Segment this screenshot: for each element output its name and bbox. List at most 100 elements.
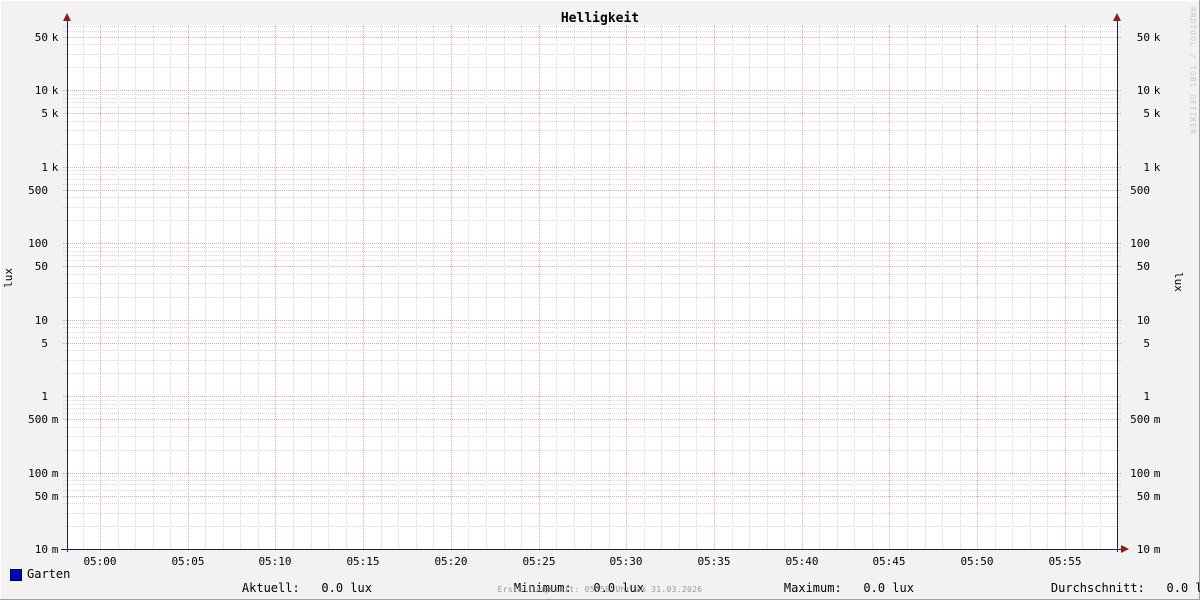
grid-line-vertical-major <box>100 25 101 549</box>
y-axis-unit-left: lux <box>2 268 15 288</box>
grid-line-vertical-minor <box>415 25 417 549</box>
y-tick-value: 50 <box>1136 260 1150 273</box>
grid-line-vertical-minor <box>240 25 242 549</box>
y-tick-value: 10 <box>1136 314 1150 327</box>
y-tick-label-left: 1k <box>12 161 62 174</box>
grid-line-vertical-minor <box>1029 25 1031 549</box>
y-tick-label-left: 500 <box>12 184 62 197</box>
y-tick-unit: m <box>1153 490 1161 503</box>
y-tick-unit: k <box>1153 31 1161 44</box>
grid-line-vertical-major <box>626 25 628 549</box>
y-axis-left-arrow-icon <box>63 13 71 21</box>
grid-line-vertical-major <box>363 25 365 549</box>
grid-line-vertical-minor <box>170 25 172 549</box>
grid-line-vertical-minor <box>433 25 435 549</box>
y-tick-label-left: 50 <box>12 260 62 273</box>
y-tick-label-right: 100 <box>1124 237 1164 250</box>
y-tick-value: 50 <box>34 31 48 44</box>
y-tick-value: 100 <box>28 237 48 250</box>
y-tick-unit: k <box>1153 107 1161 120</box>
grid-line-vertical-minor <box>205 25 207 549</box>
y-tick-label-right: 50 k <box>1124 31 1164 44</box>
y-tick-label-right: 1k <box>1124 161 1164 174</box>
y-tick-unit <box>1150 314 1164 327</box>
grid-line-vertical-major <box>187 25 189 549</box>
grid-line-vertical-major <box>889 25 891 549</box>
y-tick-label-left: 100 m <box>12 467 62 480</box>
x-tick-label: 05:50 <box>960 555 994 568</box>
grid-line-vertical-minor <box>521 25 522 549</box>
y-tick-unit: k <box>51 161 59 174</box>
grid-line-vertical-minor <box>836 25 838 549</box>
y-axis-unit-right: lux <box>1172 272 1185 292</box>
legend-swatch-garten <box>10 569 22 581</box>
y-tick-unit <box>1150 337 1164 350</box>
x-tick-label: 05:00 <box>83 555 117 568</box>
y-tick-label-right: 100 m <box>1124 467 1164 480</box>
grid-line-vertical-minor <box>257 25 259 549</box>
grid-line-vertical-minor <box>942 25 943 549</box>
y-tick-value: 10 <box>1136 84 1150 97</box>
y-tick-unit: m <box>51 490 59 503</box>
grid-line-vertical-major <box>450 25 452 549</box>
y-tick-label-left: 10 m <box>12 543 62 556</box>
grid-line-vertical-minor <box>398 25 400 549</box>
grid-line-vertical-minor <box>696 25 698 549</box>
grid-line-vertical-minor <box>591 25 593 549</box>
y-tick-unit: k <box>1153 84 1161 97</box>
grid-line-vertical-minor <box>556 25 558 549</box>
stat-minimum: Minimum: 0.0 lux <box>485 567 644 600</box>
y-tick-unit <box>1150 237 1164 250</box>
y-tick-unit: m <box>1153 413 1161 426</box>
y-tick-value: 100 <box>1130 237 1150 250</box>
y-tick-value: 500 <box>28 413 48 426</box>
grid-line-vertical-minor <box>1082 25 1084 549</box>
grid-line-vertical-minor <box>766 25 768 549</box>
grid-line-vertical-minor <box>82 25 84 549</box>
grid-line-vertical-minor <box>819 25 821 549</box>
stat-durchschnitt: Durchschnitt:0.0 lux <box>1022 567 1200 600</box>
grid-line-vertical-minor <box>871 25 873 549</box>
grid-line-vertical-major <box>714 25 715 549</box>
grid-line-vertical-major <box>977 25 979 549</box>
grid-line-vertical-minor <box>345 25 347 549</box>
grid-line-vertical-major <box>275 25 277 549</box>
y-tick-unit <box>1150 390 1164 403</box>
y-tick-unit <box>48 237 62 250</box>
grid-line-vertical-minor <box>994 25 996 549</box>
grid-line-vertical-major <box>801 25 803 549</box>
grid-line-vertical-minor <box>117 25 119 549</box>
grid-line-vertical-minor <box>1099 25 1101 549</box>
y-tick-label-right: 500 m <box>1124 413 1164 426</box>
y-tick-value: 50 <box>1136 31 1150 44</box>
y-tick-unit: k <box>51 84 59 97</box>
grid-line-vertical-minor <box>503 25 505 549</box>
y-tick-unit <box>1150 260 1164 273</box>
y-tick-unit <box>1150 184 1164 197</box>
grid-line-vertical-minor <box>749 25 751 549</box>
grid-line-vertical-minor <box>293 25 294 549</box>
y-tick-label-right: 50 m <box>1124 490 1164 503</box>
grid-line-vertical-major <box>538 25 540 549</box>
y-tick-value: 10 <box>34 84 48 97</box>
y-tick-label-left: 5k <box>12 107 62 120</box>
grid-line-vertical-minor <box>380 25 382 549</box>
grid-line-vertical-minor <box>906 25 908 549</box>
grid-line-vertical-minor <box>328 25 329 549</box>
y-tick-value: 50 <box>34 260 48 273</box>
y-tick-value: 500 <box>28 184 48 197</box>
y-tick-label-left: 5 <box>12 337 62 350</box>
y-tick-label-right: 5k <box>1124 107 1164 120</box>
y-tick-label-left: 10 <box>12 314 62 327</box>
y-tick-unit: m <box>51 543 59 556</box>
grid-line-vertical-minor <box>643 25 645 549</box>
y-tick-value: 50 <box>1136 490 1150 503</box>
y-tick-label-right: 10 m <box>1124 543 1164 556</box>
grid-line-vertical-minor <box>152 25 154 549</box>
x-tick-label: 05:20 <box>434 555 468 568</box>
y-tick-value: 100 <box>28 467 48 480</box>
y-tick-unit: k <box>51 31 59 44</box>
grid-line-vertical-minor <box>1012 25 1014 549</box>
grid-line-vertical-minor <box>1047 25 1049 549</box>
y-tick-unit <box>48 314 62 327</box>
